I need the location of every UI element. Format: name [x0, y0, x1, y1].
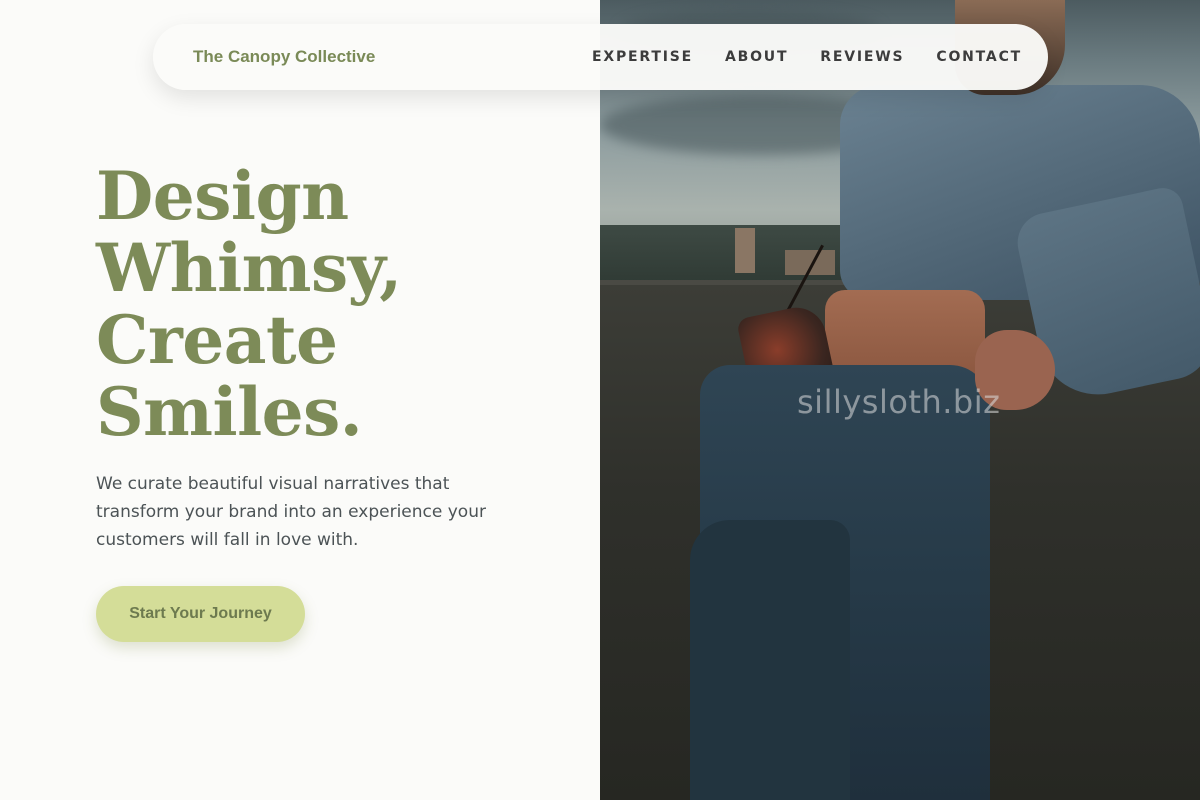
brand-logo-text[interactable]: The Canopy Collective — [193, 47, 375, 67]
headline-line: Smiles. — [96, 373, 363, 451]
hero-headline: Design Whimsy, Create Smiles. — [96, 160, 556, 448]
photo-jeans-leg — [690, 520, 850, 800]
headline-line: Whimsy, — [96, 229, 402, 307]
watermark-text: sillysloth.biz — [797, 383, 1001, 421]
top-navbar: The Canopy Collective EXPERTISE ABOUT RE… — [153, 24, 1048, 90]
nav-links: EXPERTISE ABOUT REVIEWS CONTACT — [592, 49, 1022, 65]
nav-link-contact[interactable]: CONTACT — [936, 49, 1022, 65]
nav-link-reviews[interactable]: REVIEWS — [820, 49, 904, 65]
nav-link-expertise[interactable]: EXPERTISE — [592, 49, 693, 65]
start-journey-button[interactable]: Start Your Journey — [96, 586, 305, 642]
photo-building — [735, 228, 755, 273]
hero-subtext: We curate beautiful visual narratives th… — [96, 474, 486, 550]
headline-line: Create — [96, 301, 338, 379]
nav-link-about[interactable]: ABOUT — [725, 49, 788, 65]
headline-line: Design — [96, 157, 349, 235]
